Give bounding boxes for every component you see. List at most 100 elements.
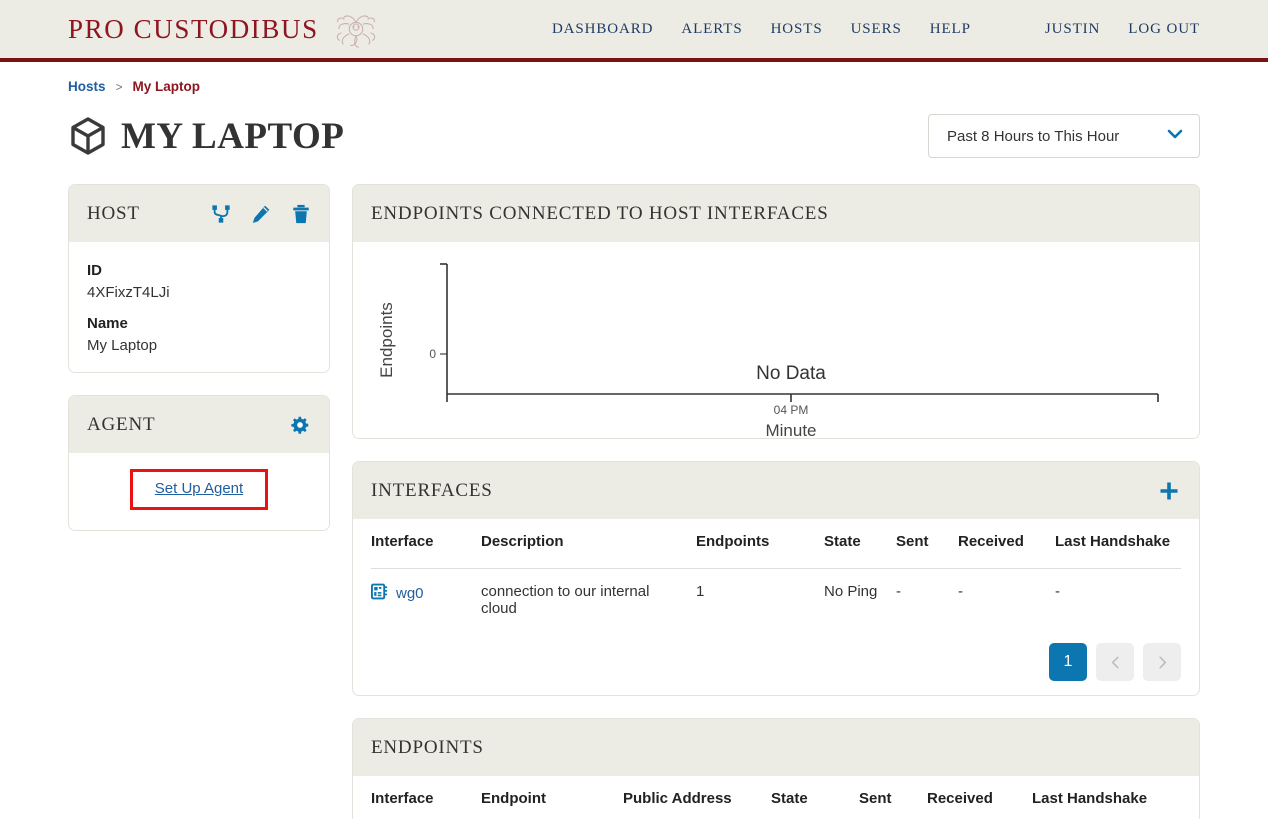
brand-logo[interactable]: PRO CUSTODIBUS: [68, 6, 379, 52]
brand-name: PRO CUSTODIBUS: [68, 13, 319, 44]
time-range-value: Past 8 Hours to This Hour: [947, 127, 1120, 145]
host-card-actions: [211, 204, 311, 224]
nav-item-help[interactable]: HELP: [930, 21, 971, 38]
cell-description: connection to our internal cloud: [481, 583, 650, 617]
ep-col-endpoint: Endpoint: [481, 776, 623, 819]
chart-y-tick-0: 0: [429, 347, 436, 361]
cell-last-handshake: -: [1055, 583, 1060, 600]
top-header-bar: PRO CUSTODIBUS DASHBOARD ALERTS HOSTS US…: [0, 0, 1268, 62]
nav-item-hosts[interactable]: HOSTS: [771, 21, 823, 38]
interface-name-link[interactable]: wg0: [396, 585, 424, 602]
chart-no-data-message: No Data: [756, 363, 826, 384]
endpoints-card-header: ENDPOINTS: [353, 719, 1199, 776]
chevron-right-icon[interactable]: [1143, 643, 1181, 681]
chart-x-axis-label: Minute: [765, 421, 816, 438]
host-card-header: HOST: [69, 185, 329, 242]
host-card: HOST ID 4XFixzT4LJi Name My Laptop: [68, 184, 330, 373]
ep-col-public-address: Public Address: [623, 776, 771, 819]
breadcrumb-parent[interactable]: Hosts: [68, 79, 106, 94]
chart-card-header: ENDPOINTS CONNECTED TO HOST INTERFACES: [353, 185, 1199, 242]
host-field-label-name: Name: [87, 315, 128, 332]
chart-x-tick-0: 04 PM: [774, 403, 809, 417]
main-navigation: DASHBOARD ALERTS HOSTS USERS HELP JUSTIN…: [552, 21, 1200, 38]
interfaces-table-wrap: Interface Description Endpoints State Se…: [353, 519, 1199, 695]
plus-add-icon[interactable]: [1157, 479, 1181, 503]
host-card-body: ID 4XFixzT4LJi Name My Laptop: [69, 242, 329, 372]
interfaces-table-body: wg0 connection to our internal cloud 1 N…: [371, 569, 1181, 634]
cell-state: No Ping: [824, 583, 878, 600]
content-columns: HOST ID 4XFixzT4LJi Name My Laptop AGENT…: [68, 184, 1200, 819]
endpoints-card: ENDPOINTS Interface Endpoint Public Addr…: [352, 718, 1200, 819]
cube-icon: [68, 116, 108, 156]
agent-card-title: AGENT: [87, 413, 156, 435]
cell-interface: wg0: [371, 569, 481, 634]
col-received: Received: [958, 519, 1055, 569]
nav-item-users[interactable]: USERS: [851, 21, 902, 38]
interfaces-table: Interface Description Endpoints State Se…: [371, 519, 1181, 633]
page-title: MY LAPTOP: [121, 115, 345, 157]
agent-card-header: AGENT: [69, 396, 329, 453]
interfaces-card-actions: [1157, 479, 1181, 503]
breadcrumb-separator: >: [115, 79, 123, 94]
gear-icon[interactable]: [289, 414, 311, 436]
network-interface-icon: [371, 583, 388, 604]
endpoints-table-head: Interface Endpoint Public Address State …: [371, 776, 1181, 819]
nav-item-alerts[interactable]: ALERTS: [681, 21, 742, 38]
col-last-handshake: Last Handshake: [1055, 519, 1181, 569]
interfaces-pagination: 1: [371, 633, 1181, 695]
setup-agent-highlight: Set Up Agent: [129, 469, 269, 510]
host-field-value-name: My Laptop: [87, 337, 158, 354]
network-topology-icon[interactable]: [211, 204, 231, 224]
trash-delete-icon[interactable]: [291, 204, 311, 224]
ep-col-state: State: [771, 776, 859, 819]
host-card-title: HOST: [87, 202, 140, 224]
chart-plot-area: Endpoints 0 04 PM Minute No Data: [353, 242, 1199, 438]
host-field-label-id: ID: [87, 262, 102, 279]
interfaces-card: INTERFACES Interface Description Endpoin…: [352, 461, 1200, 696]
table-header-row: Interface Endpoint Public Address State …: [371, 776, 1181, 819]
ep-col-sent: Sent: [859, 776, 927, 819]
table-header-row: Interface Description Endpoints State Se…: [371, 519, 1181, 569]
edit-pencil-icon[interactable]: [251, 204, 271, 224]
nav-item-logout[interactable]: LOG OUT: [1128, 21, 1200, 38]
endpoints-table-wrap: Interface Endpoint Public Address State …: [353, 776, 1199, 819]
agent-card-actions: [289, 414, 311, 436]
medusa-logo-icon: [333, 6, 379, 52]
nav-item-user[interactable]: JUSTIN: [1045, 21, 1100, 38]
chevron-left-icon[interactable]: [1096, 643, 1134, 681]
col-state: State: [824, 519, 896, 569]
cell-endpoints: 1: [696, 583, 705, 600]
breadcrumb: Hosts > My Laptop: [68, 62, 1200, 94]
time-range-select[interactable]: Past 8 Hours to This Hour: [928, 114, 1200, 158]
nav-item-dashboard[interactable]: DASHBOARD: [552, 21, 653, 38]
right-column: ENDPOINTS CONNECTED TO HOST INTERFACES E…: [352, 184, 1200, 819]
col-endpoints: Endpoints: [696, 519, 824, 569]
endpoints-card-title: ENDPOINTS: [371, 736, 484, 758]
host-field-value-id: 4XFixzT4LJi: [87, 284, 170, 301]
page-title-row: MY LAPTOP Past 8 Hours to This Hour: [68, 108, 1200, 164]
table-row: wg0 connection to our internal cloud 1 N…: [371, 569, 1181, 634]
ep-col-received: Received: [927, 776, 1032, 819]
pagination-page-1[interactable]: 1: [1049, 643, 1087, 681]
endpoints-table: Interface Endpoint Public Address State …: [371, 776, 1181, 819]
agent-card-body: Set Up Agent: [69, 453, 329, 530]
cell-sent: -: [896, 583, 901, 600]
page-content: Hosts > My Laptop MY LAPTOP Past 8 Hours…: [0, 62, 1268, 819]
interfaces-card-title: INTERFACES: [371, 479, 493, 501]
chart-card-title: ENDPOINTS CONNECTED TO HOST INTERFACES: [371, 202, 829, 224]
col-interface: Interface: [371, 519, 481, 569]
col-description: Description: [481, 519, 696, 569]
ep-col-last-handshake: Last Handshake: [1032, 776, 1181, 819]
chevron-down-icon: [1165, 124, 1185, 149]
col-sent: Sent: [896, 519, 958, 569]
chart-y-axis-label: Endpoints: [377, 302, 396, 378]
breadcrumb-current: My Laptop: [132, 79, 201, 94]
cell-received: -: [958, 583, 963, 600]
left-column: HOST ID 4XFixzT4LJi Name My Laptop AGENT…: [68, 184, 330, 531]
endpoints-chart-card: ENDPOINTS CONNECTED TO HOST INTERFACES E…: [352, 184, 1200, 439]
ep-col-interface: Interface: [371, 776, 481, 819]
interface-link-wrap: wg0: [371, 583, 473, 604]
agent-card: AGENT Set Up Agent: [68, 395, 330, 531]
setup-agent-link[interactable]: Set Up Agent: [155, 480, 243, 497]
interfaces-card-header: INTERFACES: [353, 462, 1199, 519]
